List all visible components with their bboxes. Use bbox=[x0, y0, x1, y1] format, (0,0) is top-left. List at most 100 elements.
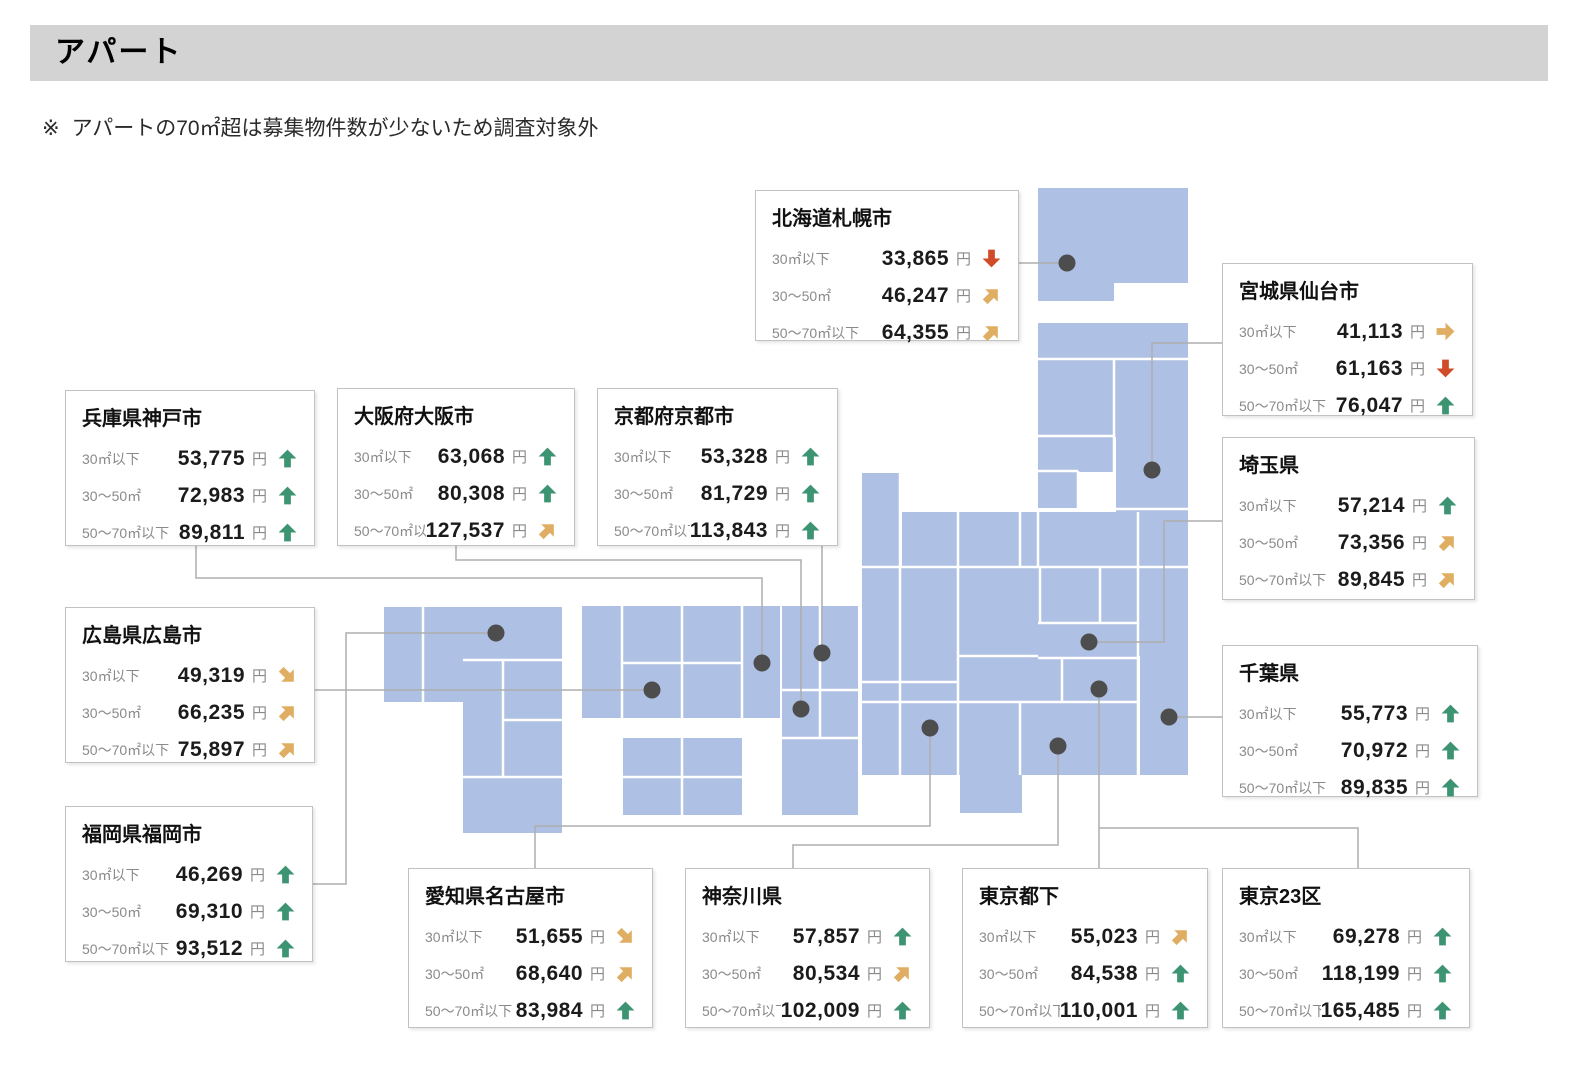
yen-unit: 円 bbox=[590, 1000, 607, 1021]
yen-unit: 円 bbox=[775, 483, 792, 504]
price-card-fukuoka: 福岡県福岡市30㎡以下46,269円30〜50㎡69,310円50〜70㎡以下9… bbox=[65, 806, 313, 962]
price-card-tokyo-23ku: 東京23区30㎡以下69,278円30〜50㎡118,199円50〜70㎡以下1… bbox=[1222, 868, 1470, 1028]
up-right-arrow-icon bbox=[277, 702, 298, 723]
yen-unit: 円 bbox=[775, 446, 792, 467]
price-card-saitama: 埼玉県30㎡以下57,214円30〜50㎡73,356円50〜70㎡以下89,8… bbox=[1222, 437, 1475, 600]
price-row: 30㎡以下69,278 円 bbox=[1239, 918, 1453, 955]
price-value: 69,278 bbox=[1333, 925, 1400, 949]
size-label: 30㎡以下 bbox=[82, 449, 178, 469]
price-value: 64,355 bbox=[882, 321, 949, 345]
price-value: 70,972 bbox=[1341, 739, 1408, 763]
yen-unit: 円 bbox=[250, 938, 267, 959]
down-right-arrow-icon bbox=[277, 665, 298, 686]
up-arrow-icon bbox=[1432, 963, 1453, 984]
size-label: 30㎡以下 bbox=[1239, 927, 1333, 947]
up-arrow-icon bbox=[800, 483, 821, 504]
up-arrow-icon bbox=[275, 901, 296, 922]
price-row: 50〜70㎡以下110,001円 bbox=[979, 992, 1191, 1029]
price-row: 30㎡以下53,328円 bbox=[614, 438, 821, 475]
price-value: 61,163 bbox=[1336, 357, 1403, 381]
size-label: 30〜50㎡ bbox=[614, 484, 701, 504]
up-arrow-icon bbox=[1440, 703, 1461, 724]
size-label: 30〜50㎡ bbox=[1239, 359, 1336, 379]
yen-unit: 円 bbox=[1415, 740, 1432, 761]
map-region-rect bbox=[1038, 323, 1188, 437]
down-right-arrow-icon bbox=[615, 926, 636, 947]
price-row: 50〜70㎡以下102,009円 bbox=[702, 992, 913, 1029]
down-arrow-icon bbox=[1435, 358, 1456, 379]
up-arrow-icon bbox=[1170, 963, 1191, 984]
page-title-bar: アパート bbox=[30, 25, 1548, 81]
up-right-arrow-icon bbox=[615, 963, 636, 984]
price-value: 165,485 bbox=[1321, 999, 1400, 1023]
size-label: 50〜70㎡以下 bbox=[1239, 1001, 1321, 1021]
price-value: 102,009 bbox=[781, 999, 860, 1023]
price-row: 30㎡以下51,655円 bbox=[425, 918, 636, 955]
price-value: 80,308 bbox=[438, 482, 505, 506]
note-text: アパートの70㎡超は募集物件数が少ないため調査対象外 bbox=[72, 117, 599, 140]
size-label: 30〜50㎡ bbox=[82, 902, 176, 922]
yen-unit: 円 bbox=[775, 520, 792, 541]
size-label: 30㎡以下 bbox=[614, 447, 701, 467]
price-card-chiba: 千葉県30㎡以下55,773円30〜50㎡70,972円50〜70㎡以下89,8… bbox=[1222, 645, 1478, 797]
size-label: 50〜70㎡以下 bbox=[772, 323, 882, 343]
price-card-kanagawa: 神奈川県30㎡以下57,857円30〜50㎡80,534円50〜70㎡以下102… bbox=[685, 868, 930, 1028]
up-right-arrow-icon bbox=[1170, 926, 1191, 947]
up-arrow-icon bbox=[892, 926, 913, 947]
map-region-rect bbox=[623, 738, 742, 815]
price-row: 50〜70㎡以下127,537円 bbox=[354, 512, 558, 549]
size-label: 50〜70㎡以下 bbox=[1239, 570, 1338, 590]
price-card-nagoya: 愛知県名古屋市30㎡以下51,655円30〜50㎡68,640円50〜70㎡以下… bbox=[408, 868, 653, 1028]
price-card-sendai: 宮城県仙台市30㎡以下41,113円30〜50㎡61,163円50〜70㎡以下7… bbox=[1222, 263, 1473, 416]
size-label: 30㎡以下 bbox=[82, 865, 176, 885]
up-arrow-icon bbox=[800, 520, 821, 541]
down-arrow-icon bbox=[981, 248, 1002, 269]
price-value: 57,857 bbox=[793, 925, 860, 949]
map-region-rect bbox=[902, 512, 1188, 567]
size-label: 50〜70㎡以下 bbox=[82, 939, 176, 959]
price-value: 83,984 bbox=[516, 999, 583, 1023]
card-title: 広島県広島市 bbox=[82, 619, 298, 648]
price-row: 30㎡以下46,269 円 bbox=[82, 856, 296, 893]
size-label: 30㎡以下 bbox=[979, 927, 1071, 947]
up-arrow-icon bbox=[1170, 1000, 1191, 1021]
right-arrow-icon bbox=[1435, 321, 1456, 342]
price-row: 30〜50㎡70,972円 bbox=[1239, 732, 1461, 769]
size-label: 30㎡以下 bbox=[1239, 496, 1338, 516]
size-label: 50〜70㎡以下 bbox=[82, 523, 179, 543]
connector-line-tokyo-23ku bbox=[1099, 828, 1358, 868]
price-value: 55,023 bbox=[1071, 925, 1138, 949]
price-row: 30㎡以下55,023円 bbox=[979, 918, 1191, 955]
price-value: 127,537 bbox=[426, 519, 505, 543]
price-row: 30〜50㎡84,538円 bbox=[979, 955, 1191, 992]
price-row: 30〜50㎡61,163円 bbox=[1239, 350, 1456, 387]
yen-unit: 円 bbox=[512, 446, 529, 467]
map-region-rect bbox=[960, 775, 1022, 813]
yen-unit: 円 bbox=[250, 864, 267, 885]
size-label: 50〜70㎡以下 bbox=[702, 1001, 781, 1021]
size-label: 50〜70㎡以下 bbox=[614, 521, 690, 541]
price-value: 53,775 bbox=[178, 447, 245, 471]
yen-unit: 円 bbox=[252, 665, 269, 686]
size-label: 30㎡以下 bbox=[702, 927, 793, 947]
price-value: 113,843 bbox=[690, 519, 768, 543]
price-row: 30㎡以下41,113円 bbox=[1239, 313, 1456, 350]
yen-unit: 円 bbox=[590, 963, 607, 984]
price-card-hiroshima: 広島県広島市30㎡以下49,319円30〜50㎡66,235円50〜70㎡以下7… bbox=[65, 607, 315, 763]
card-title: 福岡県福岡市 bbox=[82, 818, 296, 847]
price-value: 46,269 bbox=[176, 863, 243, 887]
map-region-rect bbox=[862, 473, 900, 567]
card-title: 兵庫県神戸市 bbox=[82, 402, 298, 431]
size-label: 30〜50㎡ bbox=[1239, 964, 1322, 984]
price-value: 55,773 bbox=[1341, 702, 1408, 726]
apartment-rent-map-page: アパート ※アパートの70㎡超は募集物件数が少ないため調査対象外 北海道札幌市3… bbox=[0, 0, 1578, 1073]
price-value: 63,068 bbox=[438, 445, 505, 469]
map-region-rect bbox=[384, 607, 463, 702]
size-label: 30㎡以下 bbox=[1239, 322, 1337, 342]
price-row: 50〜70㎡以下76,047円 bbox=[1239, 387, 1456, 424]
price-value: 46,247 bbox=[882, 284, 949, 308]
yen-unit: 円 bbox=[252, 448, 269, 469]
size-label: 30㎡以下 bbox=[82, 666, 178, 686]
card-title: 千葉県 bbox=[1239, 657, 1461, 686]
yen-unit: 円 bbox=[1407, 926, 1424, 947]
